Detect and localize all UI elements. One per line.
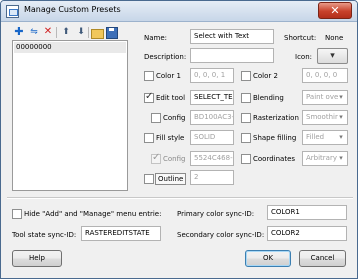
hide-menu-entries-label: Hide "Add" and "Manage" menu entrie: (24, 210, 162, 218)
secondary-sync-field[interactable]: COLOR2 (267, 226, 347, 241)
shape-filling-checkbox[interactable] (241, 133, 251, 143)
app-window-icon (6, 5, 19, 18)
secondary-sync-label: Secondary color sync-ID: (177, 231, 265, 239)
coordinates-label: Coordinates (253, 155, 296, 163)
outline-field[interactable]: 2 (190, 170, 234, 185)
add-icon[interactable]: ✚ (13, 26, 25, 38)
config1-checkbox[interactable] (151, 113, 161, 123)
color1-checkbox[interactable] (144, 71, 154, 81)
edit-tool-label: Edit tool (156, 94, 186, 102)
blending-checkbox[interactable] (241, 93, 251, 103)
icon-label: Icon: (295, 53, 312, 61)
config2-checkbox[interactable] (151, 152, 161, 164)
manage-custom-presets-dialog: Manage Custom Presets ✕ ✚ ⇋ ✕ ⬆ ⬇ 000000… (0, 0, 358, 279)
tool-state-sync-field[interactable]: RASTEREDITSTATE (81, 226, 161, 241)
outline-checkbox[interactable] (144, 174, 154, 184)
tool-state-sync-label: Tool state sync-ID: (12, 231, 77, 239)
save-icon[interactable] (106, 26, 118, 39)
config1-label: Config (163, 114, 186, 122)
toolbar-separator (88, 27, 89, 38)
preset-toolbar: ✚ ⇋ ✕ ⬆ ⬇ (13, 26, 133, 40)
rasterization-label: Rasterization (253, 114, 299, 122)
move-down-icon[interactable]: ⬇ (75, 26, 87, 38)
outline-label: Outline (155, 173, 187, 185)
config2-field[interactable]: 5524C468-0 (190, 151, 234, 166)
color2-checkbox[interactable] (241, 71, 251, 81)
name-label: Name: (144, 34, 168, 42)
config1-field[interactable]: BD100AC3- (190, 110, 234, 125)
shape-filling-dropdown[interactable]: Filled (302, 130, 348, 145)
primary-sync-label: Primary color sync-ID: (177, 210, 255, 218)
fill-style-checkbox[interactable] (144, 133, 154, 143)
edit-tool-checkbox[interactable] (144, 91, 154, 103)
description-field[interactable] (190, 48, 274, 63)
open-folder-icon[interactable] (91, 26, 104, 39)
shortcut-label: Shortcut: (284, 34, 317, 42)
config2-label: Config (163, 155, 186, 163)
icon-dropdown[interactable]: ▾ (317, 48, 348, 64)
blending-dropdown[interactable]: Paint ove (302, 90, 348, 105)
color2-label: Color 2 (253, 72, 278, 80)
description-label: Description: (144, 53, 187, 61)
coordinates-checkbox[interactable] (241, 154, 251, 164)
blending-label: Blending (253, 94, 284, 102)
divider-highlight (7, 198, 353, 199)
toolbar-separator (56, 27, 57, 38)
ok-button[interactable]: OK (245, 250, 291, 267)
color2-field[interactable]: 0, 0, 0, 0 (302, 68, 348, 83)
coordinates-dropdown[interactable]: Arbitrary (302, 151, 348, 166)
fill-style-field[interactable]: SOLID (190, 130, 234, 145)
title-bar: Manage Custom Presets ✕ (1, 1, 357, 22)
close-icon[interactable]: ✕ (318, 2, 352, 19)
color1-label: Color 1 (156, 72, 181, 80)
rasterization-dropdown[interactable]: Smoothir (302, 110, 348, 125)
name-field[interactable]: Select with Text (190, 29, 274, 44)
move-up-icon[interactable]: ⬆ (60, 26, 72, 38)
duplicate-icon[interactable]: ⇋ (28, 26, 40, 38)
help-button[interactable]: Help (12, 250, 62, 267)
list-item[interactable]: 00000000 (14, 42, 126, 53)
edit-tool-field[interactable]: SELECT_TEX (190, 90, 234, 105)
shape-filling-label: Shape filling (253, 134, 297, 142)
color1-field[interactable]: 0, 0, 0, 1 (190, 68, 234, 83)
hide-menu-entries-checkbox[interactable] (12, 209, 22, 219)
rasterization-checkbox[interactable] (241, 113, 251, 123)
fill-style-label: Fill style (156, 134, 185, 142)
delete-icon[interactable]: ✕ (42, 26, 54, 38)
shortcut-value[interactable]: None (325, 33, 343, 43)
window-title: Manage Custom Presets (24, 5, 121, 14)
cancel-button[interactable]: Cancel (299, 250, 346, 267)
preset-list[interactable]: 00000000 (12, 40, 128, 191)
primary-sync-field[interactable]: COLOR1 (267, 205, 347, 220)
